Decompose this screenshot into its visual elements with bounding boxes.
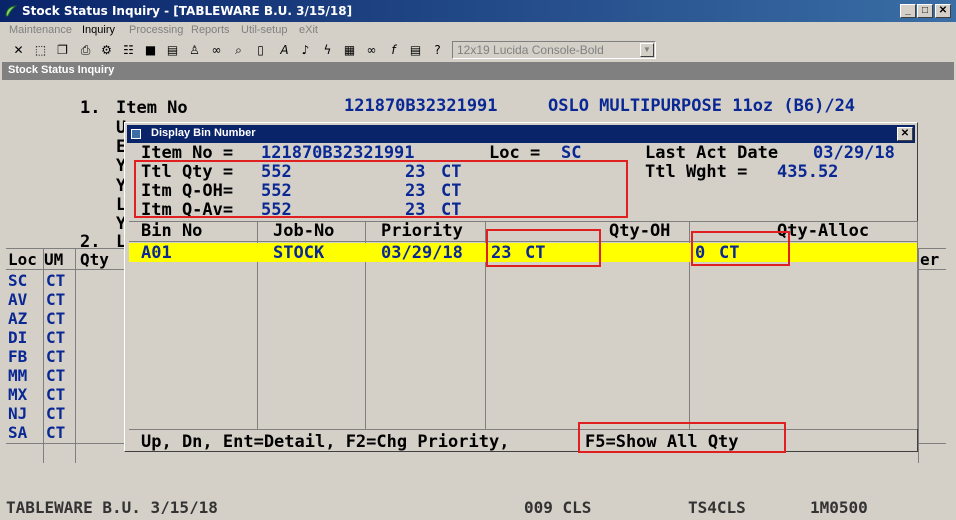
bookmark-icon[interactable]: ▯ [252, 42, 269, 59]
location-row[interactable]: MM CT [6, 366, 86, 385]
dialog-title: Display Bin Number [151, 127, 256, 139]
ttl-wght-value: 435.52 [777, 162, 839, 182]
dlg-last-act-value: 03/29/18 [813, 143, 895, 163]
binoculars-icon[interactable]: ∞ [208, 42, 225, 59]
menu-maintenance[interactable]: Maintenance [9, 24, 72, 36]
grid-header-um: UM [44, 250, 64, 269]
copy-icon[interactable]: ❐ [54, 42, 71, 59]
priority-cell: 03/29/18 [381, 243, 463, 263]
status-segment: TS4CLS [688, 498, 746, 514]
annotation-box-qty-oh [486, 229, 601, 267]
title-bar: Stock Status Inquiry - [TABLEWARE B.U. 3… [0, 0, 956, 22]
window-title: Stock Status Inquiry - [TABLEWARE B.U. 3… [22, 4, 353, 18]
document-bar: Stock Status Inquiry [2, 62, 954, 80]
calculator-icon[interactable]: ▦ [341, 42, 358, 59]
dialog-icon [131, 129, 141, 139]
location-row[interactable]: AZ CT [6, 309, 86, 328]
function-icon[interactable]: f [385, 42, 402, 59]
col-header-job-no: Job-No [273, 221, 335, 241]
report-icon[interactable]: ▤ [164, 42, 181, 59]
annotation-box-f5 [578, 422, 786, 453]
menu-bar: Maintenance Inquiry Processing Reports U… [0, 22, 956, 40]
sound-icon[interactable]: ♪ [297, 42, 314, 59]
status-segment: 1M0500 [810, 498, 868, 514]
font-icon[interactable]: A [276, 42, 293, 59]
font-select-value: 12x19 Lucida Console-Bold [457, 43, 604, 57]
minimize-button[interactable]: _ [900, 4, 916, 18]
menu-exit[interactable]: eXit [299, 24, 318, 36]
font-select[interactable]: 12x19 Lucida Console-Bold ▼ [452, 41, 656, 59]
maximize-button[interactable]: □ [917, 4, 933, 18]
document-title: Stock Status Inquiry [8, 64, 115, 76]
search-icon[interactable]: ⌕ [230, 42, 247, 59]
location-row[interactable]: NJ CT [6, 404, 86, 423]
annotation-box-summary [134, 160, 628, 218]
location-row[interactable]: FB CT [6, 347, 86, 366]
bin-no-cell: A01 [141, 243, 172, 263]
settings-icon[interactable]: ⚙ [98, 42, 115, 59]
col-header-priority: Priority [381, 221, 463, 241]
menu-inquiry[interactable]: Inquiry [82, 24, 115, 36]
dialog-title-bar: Display Bin Number ✕ [127, 125, 915, 143]
col-header-qty-alloc: Qty-Alloc [777, 221, 870, 241]
grid-header-loc: Loc [8, 250, 37, 269]
help-icon[interactable]: ? [429, 42, 446, 59]
options-icon[interactable]: ☷ [120, 42, 137, 59]
close-button[interactable]: ✕ [935, 4, 951, 18]
ttl-wght-label: Ttl Wght = [645, 162, 748, 182]
grid-header-qty: Qty [80, 250, 109, 269]
col-header-qty-oh: Qty-OH [609, 221, 671, 241]
location-row[interactable]: SA CT [6, 423, 86, 442]
stop-icon[interactable]: ■ [142, 42, 159, 59]
section-1-number: 1. [80, 98, 101, 118]
select-icon[interactable]: ⬚ [32, 42, 49, 59]
job-no-cell: STOCK [273, 243, 325, 263]
toolbar: ✕ ⬚ ❐ ⎙ ⚙ ☷ ■ ▤ ♙ ∞ ⌕ ▯ A ♪ ϟ ▦ ∞ f ▤ ? … [0, 40, 956, 61]
menu-processing[interactable]: Processing [129, 24, 183, 36]
print-icon[interactable]: ⎙ [77, 42, 94, 59]
chevron-down-icon[interactable]: ▼ [640, 43, 654, 57]
footer-keys: Up, Dn, Ent=Detail, F2=Chg Priority, [141, 432, 520, 452]
location-row[interactable]: AV CT [6, 290, 86, 309]
location-row[interactable]: SC CT [6, 271, 86, 290]
item-description: OSLO MULTIPURPOSE 11oz (B6)/24 [548, 96, 856, 116]
status-segment: 009 CLS [524, 498, 592, 514]
menu-reports[interactable]: Reports [191, 24, 230, 36]
note-icon[interactable]: ▤ [407, 42, 424, 59]
link-icon[interactable]: ∞ [363, 42, 380, 59]
dialog-close-button[interactable]: ✕ [897, 127, 913, 141]
dlg-last-act-label: Last Act Date [645, 143, 779, 163]
location-row[interactable]: DI CT [6, 328, 86, 347]
location-row[interactable]: MX CT [6, 385, 86, 404]
item-no-value: 121870B32321991 [344, 96, 498, 116]
grid-header-fragment: er [920, 250, 940, 269]
app-icon [5, 5, 18, 17]
annotation-box-qty-alloc [691, 231, 790, 266]
user-icon[interactable]: ♙ [186, 42, 203, 59]
close-icon[interactable]: ✕ [10, 42, 27, 59]
menu-util-setup[interactable]: Util-setup [241, 24, 287, 36]
lightning-icon[interactable]: ϟ [319, 42, 336, 59]
dialog-footer: Up, Dn, Ent=Detail, F2=Chg Priority, F5=… [129, 429, 917, 452]
status-line: TABLEWARE B.U. 3/15/18 009 CLS TS4CLS 1M… [2, 496, 954, 514]
item-no-label: Item No [116, 98, 188, 118]
col-header-bin-no: Bin No [141, 221, 203, 241]
status-company: TABLEWARE B.U. 3/15/18 [6, 498, 218, 514]
